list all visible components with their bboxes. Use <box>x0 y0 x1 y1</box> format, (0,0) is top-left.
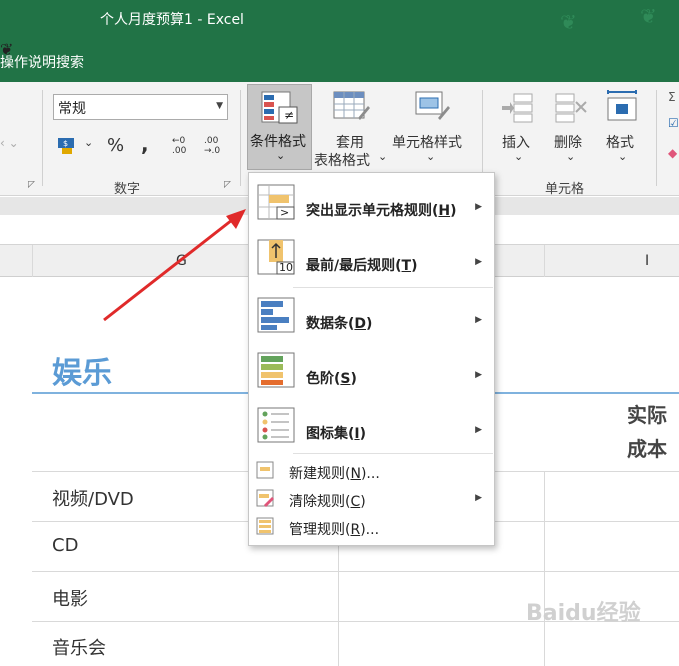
menu-item-label: 数据条(D) <box>306 316 373 332</box>
highlight-cells-rules-icon <box>257 184 295 220</box>
submenu-arrow-icon: ▶ <box>475 493 482 503</box>
menu-item-manage-rules[interactable]: 管理规则(R)... <box>249 513 494 541</box>
menu-item-icon-sets[interactable]: 图标集(I) ▶ <box>249 400 494 456</box>
submenu-arrow-icon: ▶ <box>475 370 482 380</box>
menu-separator <box>293 453 493 454</box>
menu-item-new-rule[interactable]: 新建规则(N)... <box>249 457 494 485</box>
new-rule-icon <box>256 461 274 479</box>
menu-item-data-bars[interactable]: 数据条(D) ▶ <box>249 290 494 346</box>
menu-item-label: 突出显示单元格规则(H) <box>306 203 457 219</box>
top-ten-glyph: 10 <box>279 261 293 274</box>
data-bars-icon <box>257 297 295 333</box>
menu-separator <box>293 287 493 288</box>
submenu-arrow-icon: ▶ <box>475 257 482 267</box>
greater-than-glyph: > <box>280 206 290 219</box>
submenu-arrow-icon: ▶ <box>475 202 482 212</box>
menu-item-label: 图标集(I) <box>306 426 367 442</box>
clear-rules-icon <box>256 489 274 507</box>
menu-item-highlight-cells-rules[interactable]: > 突出显示单元格规则(H) ▶ <box>249 177 494 233</box>
menu-item-label: 新建规则(N)... <box>289 466 380 482</box>
menu-item-label: 清除规则(C) <box>289 494 366 510</box>
icon-sets-icon <box>257 407 295 443</box>
manage-rules-icon <box>256 517 274 535</box>
submenu-arrow-icon: ▶ <box>475 315 482 325</box>
menu-item-label: 管理规则(R)... <box>289 522 380 538</box>
menu-item-color-scales[interactable]: 色阶(S) ▶ <box>249 345 494 401</box>
submenu-arrow-icon: ▶ <box>475 425 482 435</box>
menu-item-label: 最前/最后规则(T) <box>306 258 418 274</box>
menu-item-top-bottom-rules[interactable]: 10 最前/最后规则(T) ▶ <box>249 232 494 288</box>
watermark: Baidu经验 <box>526 601 641 626</box>
menu-item-clear-rules[interactable]: 清除规则(C) ▶ <box>249 485 494 513</box>
conditional-formatting-menu: > 突出显示单元格规则(H) ▶ 10 最前/最后规则(T) ▶ 数据条(D) … <box>248 172 495 546</box>
color-scales-icon <box>257 352 295 388</box>
menu-item-label: 色阶(S) <box>306 371 357 387</box>
